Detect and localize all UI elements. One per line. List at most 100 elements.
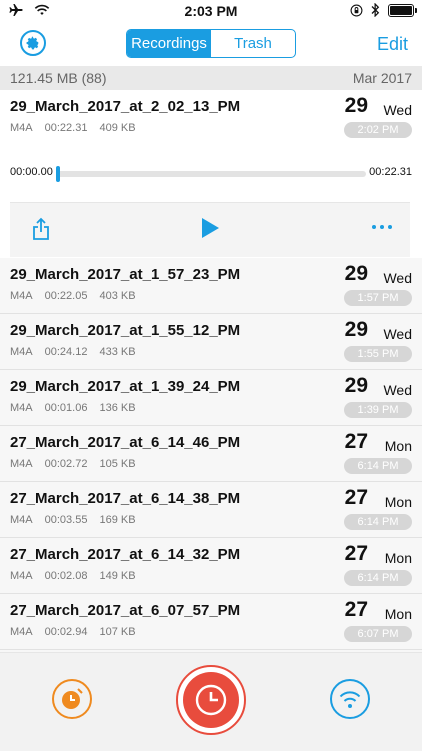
record-button[interactable] [176,665,246,735]
recording-day: 29 [344,94,368,117]
recording-size: 409 KB [99,122,136,134]
recording-title: 29_March_2017_at_1_39_24_PM [10,378,241,395]
more-button[interactable] [372,225,392,229]
recording-format: M4A [10,290,33,302]
recording-meta: M4A 00:02.72 105 KB [10,458,136,470]
segmented-control: Recordings Trash [126,29,296,58]
summary-header: 121.45 MB (88) Mar 2017 [0,66,422,90]
recording-row[interactable]: 27_March_2017_at_6_07_57_PM M4A 00:02.94… [0,594,422,650]
share-icon [33,217,49,240]
playback-actions [10,202,410,257]
recording-title: 27_March_2017_at_6_14_38_PM [10,490,241,507]
recording-weekday: Wed [383,326,412,342]
recording-row[interactable]: 29_March_2017_at_1_55_12_PM M4A 00:24.12… [0,314,422,370]
recording-meta: M4A 00:01.06 136 KB [10,402,136,414]
edit-button[interactable]: Edit [377,34,408,55]
recording-day: 29 [344,262,368,285]
recording-format: M4A [10,122,33,134]
recordings-list: 29_March_2017_at_1_57_23_PM M4A 00:22.05… [0,258,422,650]
recording-size: 403 KB [99,290,136,302]
playback-total: 00:22.31 [369,166,412,178]
recording-duration: 00:22.31 [44,122,88,134]
tab-recordings[interactable]: Recordings [127,30,211,57]
recording-meta: M4A 00:03.55 169 KB [10,514,136,526]
recording-size: 433 KB [99,346,136,358]
recording-format: M4A [10,402,33,414]
timer-icon [62,688,83,709]
recording-meta: M4A 00:02.08 149 KB [10,570,136,582]
scrubber-knob[interactable] [56,166,60,182]
recording-size: 105 KB [99,458,136,470]
recording-day: 27 [344,542,368,565]
recording-day: 29 [344,374,368,397]
recording-weekday: Wed [383,270,412,286]
section-month: Mar 2017 [352,70,412,86]
recording-time-badge: 6:07 PM [344,626,412,642]
play-icon [202,218,219,238]
storage-summary: 121.45 MB (88) [10,70,107,86]
recording-meta: M4A 00:22.31 409 KB [10,122,136,134]
recording-row[interactable]: 29_March_2017_at_1_57_23_PM M4A 00:22.05… [0,258,422,314]
recording-duration: 00:01.06 [44,402,88,414]
recording-row[interactable]: 27_March_2017_at_6_14_32_PM M4A 00:02.08… [0,538,422,594]
scrubber-track[interactable] [56,166,366,182]
recording-day: 27 [344,430,368,453]
recording-row[interactable]: 27_March_2017_at_6_14_46_PM M4A 00:02.72… [0,426,422,482]
more-icon-dot [380,225,384,229]
recording-time-badge: 6:14 PM [344,570,412,586]
play-button[interactable] [200,217,220,244]
recording-weekday: Mon [384,438,412,454]
total-size: 121.45 MB [10,70,78,86]
battery-icon [388,3,417,17]
recording-row[interactable]: 29_March_2017_at_1_39_24_PM M4A 00:01.06… [0,370,422,426]
recording-size: 149 KB [99,570,136,582]
record-button-fill [183,672,239,728]
recording-time-badge: 1:39 PM [344,402,412,418]
record-clock-icon [195,684,227,716]
recording-format: M4A [10,458,33,470]
more-icon [372,225,376,229]
tab-trash[interactable]: Trash [211,30,295,57]
recording-title: 29_March_2017_at_1_55_12_PM [10,322,241,339]
recording-weekday: Wed [383,102,412,118]
recording-weekday: Mon [384,494,412,510]
nav-bar: Recordings Trash Edit [0,22,422,66]
recording-day: 27 [344,486,368,509]
recording-title: 29_March_2017_at_1_57_23_PM [10,266,241,283]
recording-meta: M4A 00:22.05 403 KB [10,290,136,302]
recording-time-badge: 6:14 PM [344,514,412,530]
status-bar: 2:03 PM [0,0,422,22]
recording-time-badge: 6:14 PM [344,458,412,474]
orientation-lock-icon [350,4,363,16]
wifi-transfer-button[interactable] [330,679,370,719]
recording-duration: 00:02.94 [44,626,88,638]
expanded-recording[interactable]: 29_March_2017_at_2_02_13_PM M4A 00:22.31… [0,90,422,259]
recording-time-badge: 2:02 PM [344,122,412,138]
recording-format: M4A [10,626,33,638]
recording-weekday: Mon [384,550,412,566]
recording-weekday: Wed [383,382,412,398]
recording-row[interactable]: 27_March_2017_at_6_14_38_PM M4A 00:03.55… [0,482,422,538]
playback-scrubber: 00:00.00 00:22.31 [0,152,422,182]
settings-button[interactable] [20,30,46,56]
recording-title: 27_March_2017_at_6_14_46_PM [10,434,241,451]
recording-duration: 00:02.08 [44,570,88,582]
share-button[interactable] [32,217,50,246]
recording-meta: M4A 00:02.94 107 KB [10,626,136,638]
recording-time-badge: 1:55 PM [344,346,412,362]
recording-format: M4A [10,346,33,358]
recording-count: (88) [81,70,107,86]
recording-size: 107 KB [99,626,136,638]
recording-size: 169 KB [99,514,136,526]
recording-title: 27_March_2017_at_6_14_32_PM [10,546,241,563]
recording-meta: M4A 00:24.12 433 KB [10,346,136,358]
gear-icon [26,36,39,50]
timer-button[interactable] [52,679,92,719]
recording-duration: 00:03.55 [44,514,88,526]
bluetooth-icon [371,3,380,17]
recording-duration: 00:22.05 [44,290,88,302]
wifi-transfer-icon [339,691,361,708]
recording-format: M4A [10,514,33,526]
recording-day: 29 [344,318,368,341]
more-icon-dot [388,225,392,229]
